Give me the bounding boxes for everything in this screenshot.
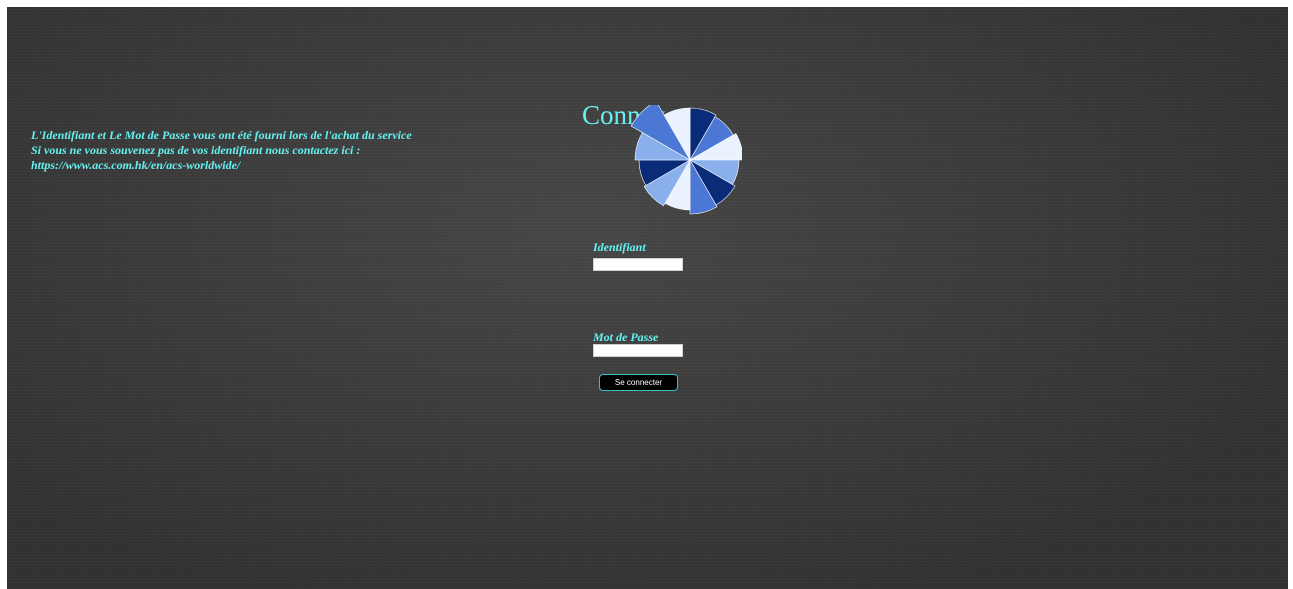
password-input[interactable] [593, 344, 683, 357]
login-page: L'Identifiant et Le Mot de Passe vous on… [7, 7, 1288, 589]
username-input[interactable] [593, 258, 683, 271]
blue-pinwheel-logo-icon [630, 105, 742, 215]
password-label: Mot de Passe [593, 330, 659, 344]
login-button[interactable]: Se connecter [599, 374, 678, 391]
help-line-credentials: L'Identifiant et Le Mot de Passe vous on… [31, 128, 412, 142]
help-line-url: https://www.acs.com.hk/en/acs-worldwide/ [31, 158, 241, 172]
username-label: Identifiant [593, 240, 646, 254]
help-line-contact: Si vous ne vous souvenez pas de vos iden… [31, 143, 361, 157]
login-help-text: L'Identifiant et Le Mot de Passe vous on… [31, 128, 551, 173]
